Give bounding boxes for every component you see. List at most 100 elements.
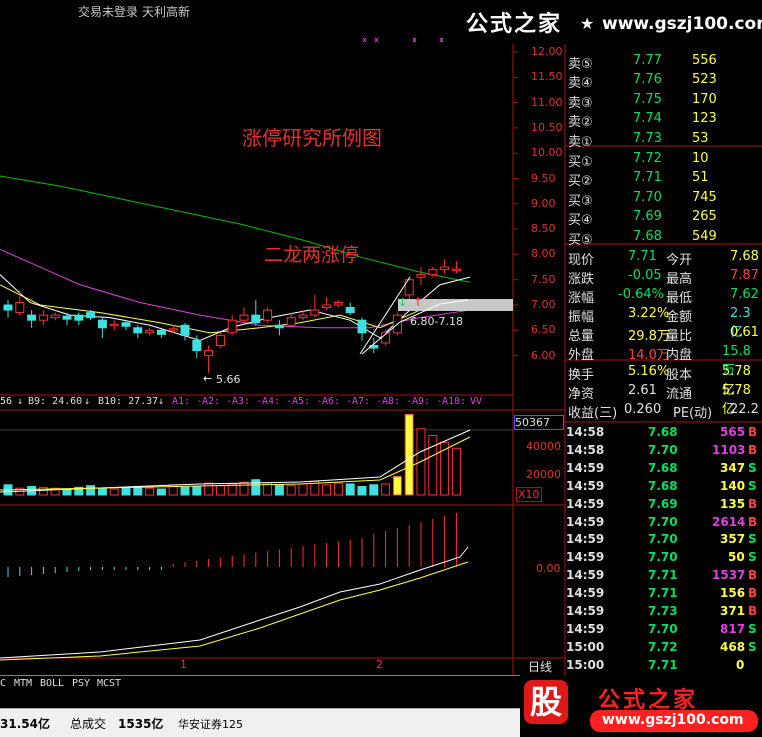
trade-price: 7.68 — [648, 478, 678, 493]
order-row[interactable]: 换手 5.16% 股本 5.78亿 — [566, 364, 762, 398]
order-row[interactable]: 外盘 14.0万 内盘 15.8万 — [566, 344, 762, 378]
trade-time: 14:59 — [566, 532, 605, 547]
tab-psy[interactable]: PSY — [72, 678, 90, 689]
order-row[interactable]: 收益(三) 0.260 PE(动) 22.2 — [566, 402, 762, 421]
volume-bar — [204, 482, 214, 496]
trade-side: B — [748, 425, 758, 439]
quote-label: 现价 — [568, 253, 595, 268]
candle — [204, 350, 214, 357]
order-row[interactable]: 净资 2.61 流通 5.78亿 — [566, 383, 762, 417]
trade-row: 14:59 7.69 135 B — [566, 497, 762, 515]
order-row[interactable]: 买③ 7.70 745 — [566, 190, 762, 209]
order-row[interactable]: 卖④ 7.76 523 — [566, 72, 762, 91]
order-row[interactable]: 总量 29.8万 量比 0.61 — [566, 325, 762, 344]
trade-price: 7.68 — [648, 460, 678, 475]
down-arrow-icon: ↓ — [84, 396, 91, 407]
trade-time: 14:59 — [566, 568, 605, 583]
candle — [133, 327, 143, 334]
price-tick: 9.50 — [531, 171, 556, 185]
order-price: 7.72 — [633, 151, 662, 166]
candle — [274, 324, 284, 329]
trade-price: 7.70 — [648, 550, 678, 565]
order-volume: 123 — [692, 111, 717, 127]
order-row[interactable]: 涨幅 -0.64% 最低 7.62 — [566, 287, 762, 306]
indicator-bar: 56 ↓ B9: 24.60 ↓ B10: 27.37 ↓ A1: - A2: … — [0, 395, 512, 409]
order-row[interactable]: 涨跌 -0.05 最高 7.87 — [566, 268, 762, 287]
trade-row: 14:59 7.71 1537 B — [566, 568, 762, 586]
status-broker: 华安证券125 — [178, 718, 243, 731]
login-status: 交易未登录 — [78, 5, 139, 19]
kline-chart[interactable]: ↑ ↓ ← — [0, 22, 566, 675]
tab-c[interactable]: C — [0, 678, 6, 689]
volume-bar — [357, 486, 367, 496]
trade-side: B — [748, 514, 758, 529]
svg-text:↑: ↑ — [413, 295, 423, 309]
tab-mcst[interactable]: MCST — [97, 678, 121, 689]
trade-price: 7.72 — [648, 639, 678, 654]
svg-text:↓: ↓ — [398, 296, 407, 309]
price-tick: 6.00 — [531, 348, 556, 362]
order-label: 买② — [568, 174, 593, 190]
trade-side: B — [748, 496, 758, 511]
candle — [62, 315, 72, 320]
volume-bar — [62, 488, 72, 496]
order-row[interactable]: 买② 7.71 51 — [566, 170, 762, 190]
order-price: 7.77 — [633, 53, 662, 68]
trade-time: 14:59 — [566, 496, 605, 511]
order-row[interactable]: 卖② 7.74 123 — [566, 111, 762, 130]
quote-value: 5.16% — [628, 364, 670, 379]
trade-side: B — [748, 568, 758, 583]
order-label: 卖① — [568, 134, 593, 150]
order-row[interactable]: 现价 7.71 今开 7.68 — [566, 249, 762, 268]
status-bar: 31.54亿 总成交 1535亿 华安证券125 — [0, 708, 520, 737]
trade-volume: 817 — [720, 621, 746, 636]
quote-label: 涨跌 — [568, 272, 595, 287]
order-volume: 556 — [692, 53, 717, 68]
order-price: 7.68 — [633, 228, 662, 244]
trade-side: S — [748, 639, 757, 654]
tab-mtm[interactable]: MTM — [14, 678, 32, 689]
indicator-tabs: C MTM BOLL PSY MCST — [0, 675, 520, 694]
trade-price: 7.70 — [648, 442, 678, 457]
volume-max-label: 50367 — [514, 415, 564, 430]
trade-row: 14:58 7.68 565 B — [566, 425, 762, 443]
trade-row: 14:58 7.70 1103 B — [566, 443, 762, 461]
indicator-b8: 56 — [0, 396, 13, 407]
volume-bar — [333, 482, 343, 496]
order-row[interactable]: 卖③ 7.75 170 — [566, 91, 762, 111]
tab-boll[interactable]: BOLL — [40, 678, 64, 689]
trade-volume: 140 — [720, 478, 746, 493]
price-tick: 10.50 — [531, 120, 563, 134]
volume-bar — [97, 487, 107, 496]
order-row[interactable]: 卖① 7.73 53 — [566, 131, 762, 150]
trade-side: B — [748, 604, 758, 618]
quote-label: 最低 — [666, 291, 693, 306]
trade-row: 14:59 7.71 156 B — [566, 586, 762, 604]
volume-low-label: 20000 — [526, 468, 561, 481]
order-volume: 170 — [692, 91, 717, 107]
trade-price: 7.70 — [648, 514, 678, 529]
order-volume: 549 — [692, 228, 717, 244]
trade-time: 15:00 — [566, 657, 605, 672]
star-icon: ★ — [580, 14, 595, 33]
order-row[interactable]: 买① 7.72 10 — [566, 151, 762, 170]
candle — [286, 317, 296, 326]
price-tick: 11.50 — [531, 70, 563, 84]
trade-volume: 2614 — [712, 514, 746, 529]
trade-volume: 371 — [720, 604, 746, 618]
order-row[interactable]: 卖⑤ 7.77 556 — [566, 53, 762, 72]
order-price: 7.76 — [633, 72, 662, 88]
trade-side: S — [748, 550, 757, 565]
order-price: 7.71 — [633, 170, 662, 186]
order-label: 买④ — [568, 213, 593, 229]
order-row[interactable]: 振幅 3.22% 金额 2.3亿 — [566, 306, 762, 340]
price-tick: 7.50 — [531, 272, 556, 286]
order-row[interactable]: 买④ 7.69 265 — [566, 209, 762, 229]
trade-time: 14:58 — [566, 442, 605, 457]
volume-unit: X10 — [516, 487, 542, 502]
trade-price: 7.71 — [648, 568, 678, 583]
order-row[interactable]: 买⑤ 7.68 549 — [566, 228, 762, 248]
candle — [168, 328, 178, 331]
period-label[interactable]: 日线 — [528, 658, 552, 675]
candle — [428, 269, 438, 276]
